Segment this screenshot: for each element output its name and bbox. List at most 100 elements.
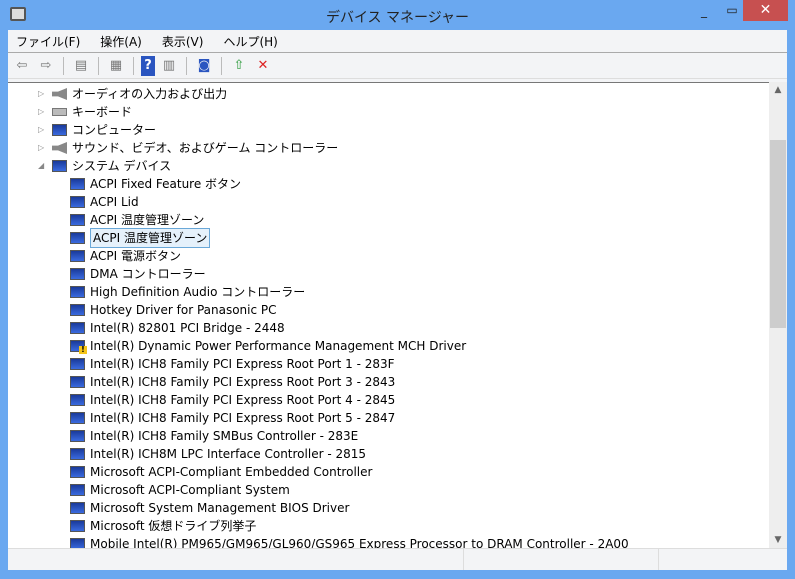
device-item[interactable]: ACPI Fixed Feature ボタン [70,175,241,193]
device-label: Microsoft 仮想ドライブ列挙子 [90,519,257,533]
expand-icon[interactable]: ▷ [38,85,48,103]
device-item[interactable]: Microsoft ACPI-Compliant System [70,481,290,499]
scroll-down-icon[interactable]: ▼ [769,535,787,545]
device-icon [70,268,85,280]
expand-icon[interactable]: ▷ [38,103,48,121]
device-icon [70,502,85,514]
device-icon [70,484,85,496]
device-label: High Definition Audio コントローラー [90,285,306,299]
category-label: サウンド、ビデオ、およびゲーム コントローラー [72,141,339,155]
device-item[interactable]: ACPI 温度管理ゾーン [70,228,211,248]
device-item[interactable]: ACPI 温度管理ゾーン [70,211,204,229]
category-3[interactable]: ▷ サウンド、ビデオ、およびゲーム コントローラー [38,139,338,157]
toolbar: ⇦ ⇨ ▤ ▦ ? ▥ ◙ ⇧ ✕ [8,53,787,79]
device-item[interactable]: High Definition Audio コントローラー [70,283,305,301]
window-body: ファイル(F) 操作(A) 表示(V) ヘルプ(H) ⇦ ⇨ ▤ ▦ ? ▥ ◙… [8,30,787,570]
category-label: キーボード [72,105,133,119]
device-icon [70,430,85,442]
device-label: Intel(R) Dynamic Power Performance Manag… [90,339,467,353]
device-item[interactable]: Intel(R) ICH8M LPC Interface Controller … [70,445,366,463]
device-item[interactable]: Hotkey Driver for Panasonic PC [70,301,277,319]
separator [221,56,222,75]
device-icon [70,232,85,244]
menu-action[interactable]: 操作(A) [100,33,142,50]
device-item[interactable]: DMA コントローラー [70,265,206,283]
properties-icon[interactable]: ▦ [106,56,126,76]
menu-bar: ファイル(F) 操作(A) 表示(V) ヘルプ(H) [8,30,787,53]
device-label: Intel(R) ICH8 Family SMBus Controller - … [90,429,359,443]
device-label: ACPI 電源ボタン [90,249,181,263]
uninstall-device-icon[interactable]: ✕ [253,56,273,76]
device-icon [70,466,85,478]
expand-icon[interactable]: ▷ [38,121,48,139]
device-item[interactable]: Microsoft System Management BIOS Driver [70,499,349,517]
device-icon [70,538,85,548]
device-label: Microsoft ACPI-Compliant System [90,483,290,497]
menu-file[interactable]: ファイル(F) [16,33,80,50]
update-driver-icon[interactable]: ⇧ [229,56,249,76]
device-label: ACPI Lid [90,195,139,209]
device-item[interactable]: Microsoft ACPI-Compliant Embedded Contro… [70,463,372,481]
category-1[interactable]: ▷ キーボード [38,103,132,121]
close-button[interactable]: ✕ [743,0,788,21]
category-label: システム デバイス [72,159,172,173]
separator [98,56,99,75]
device-item[interactable]: Intel(R) ICH8 Family SMBus Controller - … [70,427,358,445]
show-action-pane-icon[interactable]: ▥ [159,56,179,76]
device-item[interactable]: Intel(R) ICH8 Family PCI Express Root Po… [70,391,395,409]
maximize-button[interactable]: ▭ [718,3,746,24]
device-item[interactable]: Intel(R) ICH8 Family PCI Express Root Po… [70,409,395,427]
separator [63,56,64,75]
window-title: デバイス マネージャー [325,10,470,26]
device-icon [70,358,85,370]
help-icon[interactable]: ? [141,55,155,76]
back-icon[interactable]: ⇦ [12,56,32,76]
category-4[interactable]: ◢ システム デバイス [38,157,171,175]
category-label: コンピューター [72,123,157,137]
category-0[interactable]: ▷ オーディオの入力および出力 [38,85,227,103]
collapse-icon[interactable]: ◢ [38,157,48,175]
status-cell [8,549,464,570]
device-warning-icon [70,340,87,354]
scroll-up-icon[interactable]: ▲ [769,85,787,95]
device-icon [70,304,85,316]
scroll-thumb[interactable] [770,140,786,328]
device-label: Intel(R) 82801 PCI Bridge - 2448 [90,321,285,335]
device-label: Microsoft ACPI-Compliant Embedded Contro… [90,465,373,479]
device-item[interactable]: ACPI 電源ボタン [70,247,181,265]
device-icon [70,322,85,334]
minimize-button[interactable]: _ [690,4,718,25]
menu-view[interactable]: 表示(V) [162,33,204,50]
computer-icon [52,160,67,172]
device-icon [70,250,85,262]
device-label: DMA コントローラー [90,267,206,281]
device-label: Intel(R) ICH8 Family PCI Express Root Po… [90,411,396,425]
scan-hardware-icon[interactable]: ◙ [194,56,214,76]
device-label: ACPI 温度管理ゾーン [90,228,211,248]
menu-help[interactable]: ヘルプ(H) [223,33,277,50]
keyboard-icon [52,108,67,116]
device-icon [70,376,85,388]
device-icon [70,214,85,226]
speaker-icon [52,88,67,100]
device-label: Intel(R) ICH8 Family PCI Express Root Po… [90,357,395,371]
device-tree[interactable]: ▷ オーディオの入力および出力 ▷ キーボード ▷ コンピューター ▷ サウンド、ビデオ、およ… [8,82,787,548]
device-item[interactable]: ACPI Lid [70,193,139,211]
device-label: Microsoft System Management BIOS Driver [90,501,350,515]
forward-icon[interactable]: ⇨ [36,56,56,76]
device-icon [70,394,85,406]
device-item[interactable]: Mobile Intel(R) PM965/GM965/GL960/GS965 … [70,535,629,548]
device-item[interactable]: Intel(R) ICH8 Family PCI Express Root Po… [70,355,395,373]
device-label: Intel(R) ICH8 Family PCI Express Root Po… [90,393,396,407]
device-label: ACPI 温度管理ゾーン [90,213,205,227]
device-label: Mobile Intel(R) PM965/GM965/GL960/GS965 … [90,537,629,548]
device-item[interactable]: Intel(R) 82801 PCI Bridge - 2448 [70,319,285,337]
device-item[interactable]: Intel(R) Dynamic Power Performance Manag… [70,337,466,355]
expand-icon[interactable]: ▷ [38,139,48,157]
device-label: ACPI Fixed Feature ボタン [90,177,242,191]
vertical-scrollbar[interactable]: ▲ ▼ [769,82,787,548]
device-item[interactable]: Microsoft 仮想ドライブ列挙子 [70,517,256,535]
category-2[interactable]: ▷ コンピューター [38,121,156,139]
show-hide-console-tree-icon[interactable]: ▤ [71,56,91,76]
device-item[interactable]: Intel(R) ICH8 Family PCI Express Root Po… [70,373,395,391]
